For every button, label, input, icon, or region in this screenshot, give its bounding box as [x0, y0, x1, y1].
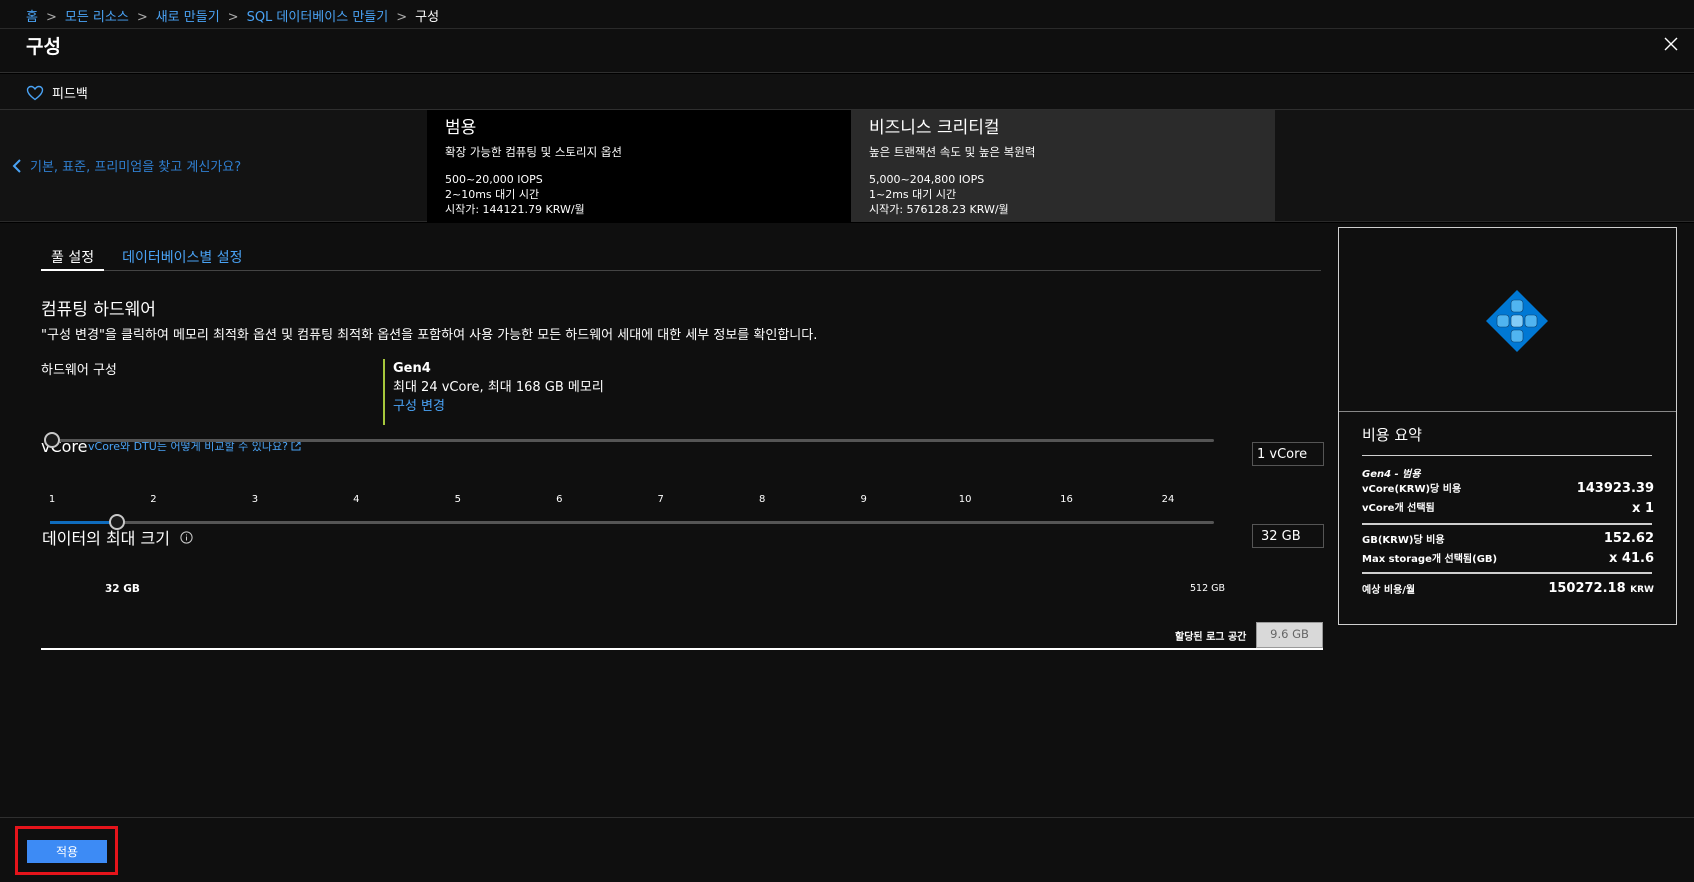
blade-header: 구성 [0, 29, 1694, 73]
vcore-slider-track[interactable] [50, 439, 1214, 442]
compute-hardware-title: 컴퓨팅 하드웨어 [41, 300, 156, 320]
tier-back-link[interactable]: 기본, 표준, 프리미엄을 찾고 계신가요? [12, 156, 241, 175]
vcore-tick-label: 9 [860, 494, 867, 505]
tier-iops: 500~20,000 IOPS [445, 173, 543, 186]
feedback-button[interactable]: 피드백 [26, 83, 88, 102]
sql-elastic-pool-icon [1486, 290, 1548, 352]
max-size-slider-track[interactable] [50, 521, 1214, 524]
footer: 적용 [0, 817, 1694, 882]
breadcrumb-create-new[interactable]: 새로 만들기 [156, 10, 220, 25]
vcore-cost-value: 143923.39 [1576, 481, 1654, 496]
vcore-tick-label: 16 [1060, 494, 1073, 505]
monthly-cost-amount: 150272.18 [1548, 581, 1626, 596]
vcore-tick-label: 8 [758, 494, 766, 505]
breadcrumb-separator: > [136, 10, 148, 25]
vcore-tick-label: 3 [251, 494, 259, 505]
log-space-label: 할당된 로그 공간 [1175, 632, 1247, 643]
command-bar: 피드백 [0, 74, 1694, 110]
tier-price: 시작가: 144121.79 KRW/월 [445, 203, 585, 216]
max-size-min-label: 32 GB [105, 583, 140, 595]
external-link-icon [291, 441, 301, 451]
tier-general-purpose[interactable]: 범용 확장 가능한 컴퓨팅 및 스토리지 옵션 500~20,000 IOPS … [427, 110, 851, 222]
vcore-tick-label: 7 [657, 494, 664, 505]
vcore-tick-label: 1 [48, 494, 56, 505]
summary-image-area [1339, 228, 1676, 412]
tier-selector: 기본, 표준, 프리미엄을 찾고 계신가요? 범용 확장 가능한 컴퓨팅 및 스… [0, 110, 1694, 222]
hardware-config-label: 하드웨어 구성 [41, 363, 117, 378]
tier-name: 비즈니스 크리티컬 [869, 118, 1000, 138]
gb-cost-value: 152.62 [1603, 531, 1654, 546]
chevron-left-icon [12, 158, 21, 173]
tab-pool-settings[interactable]: 풀 설정 [41, 245, 105, 271]
hardware-generation: Gen4 [393, 361, 431, 376]
close-icon[interactable] [1662, 35, 1680, 53]
hardware-description: 최대 24 vCore, 최대 168 GB 메모리 [393, 380, 604, 395]
max-size-slider-fill [50, 521, 118, 524]
vcore-slider-thumb[interactable] [44, 432, 60, 448]
breadcrumb-current: 구성 [415, 10, 440, 25]
max-size-slider-thumb[interactable] [109, 514, 125, 530]
breadcrumb-all-resources[interactable]: 모든 리소스 [65, 10, 129, 25]
feedback-label: 피드백 [52, 87, 88, 102]
vcore-tick-label: 5 [454, 494, 461, 505]
hardware-config-box: Gen4 최대 24 vCore, 최대 168 GB 메모리 구성 변경 [383, 359, 604, 425]
breadcrumb: 홈 > 모든 리소스 > 새로 만들기 > SQL 데이터베이스 만들기 > 구성 [0, 0, 1694, 29]
vcore-tick-label: 6 [556, 494, 563, 505]
monthly-cost-unit: KRW [1630, 585, 1654, 595]
breadcrumb-separator: > [227, 10, 239, 25]
compute-hardware-desc: "구성 변경"을 클릭하여 메모리 최적화 옵션 및 컴퓨팅 최적화 옵션을 포… [41, 328, 818, 343]
cost-summary-panel: 비용 요약 Gen4 - 범용 vCore(KRW)당 비용 143923.39… [1338, 227, 1677, 625]
vcore-tick-label: 4 [353, 494, 360, 505]
max-size-max-label: 512 GB [1190, 583, 1226, 594]
apply-highlight: 적용 [15, 826, 118, 875]
tier-latency: 1~2ms 대기 시간 [869, 188, 957, 201]
max-size-value-input[interactable] [1252, 524, 1324, 548]
section-divider [41, 648, 1323, 650]
breadcrumb-separator: > [45, 10, 57, 25]
tier-name: 범용 [445, 118, 477, 138]
cost-summary-title: 비용 요약 [1362, 426, 1422, 444]
tier-desc: 확장 가능한 컴퓨팅 및 스토리지 옵션 [445, 145, 622, 159]
breadcrumb-home[interactable]: 홈 [26, 10, 38, 25]
vcore-tick-label: 24 [1161, 494, 1175, 505]
info-icon[interactable] [180, 530, 193, 544]
heart-icon [26, 85, 44, 100]
tier-price: 시작가: 576128.23 KRW/월 [869, 203, 1009, 216]
log-space-value: 9.6 GB [1256, 622, 1323, 648]
vcore-value-input[interactable] [1252, 442, 1324, 466]
settings-tabs: 풀 설정 데이터베이스별 설정 [41, 245, 1321, 271]
storage-selected-value: x 41.6 [1609, 551, 1654, 566]
page-title: 구성 [26, 36, 61, 58]
tab-per-database-settings[interactable]: 데이터베이스별 설정 [112, 245, 252, 271]
summary-divider [1362, 523, 1652, 525]
monthly-cost-value: 150272.18 KRW [1548, 581, 1654, 596]
breadcrumb-create-sql-db[interactable]: SQL 데이터베이스 만들기 [247, 10, 389, 25]
summary-divider [1362, 455, 1652, 456]
vcore-tick-labels: 1 2 3 4 5 6 7 8 9 10 16 24 [44, 494, 1214, 508]
summary-gen-line: Gen4 - 범용 [1362, 469, 1421, 480]
summary-divider [1362, 572, 1652, 574]
change-configuration-link[interactable]: 구성 변경 [393, 397, 604, 416]
vcore-tick-label: 2 [150, 494, 157, 505]
vcore-tick-label: 10 [958, 494, 972, 505]
tier-desc: 높은 트랜잭션 속도 및 높은 복원력 [869, 145, 1036, 159]
max-data-size-label: 데이터의 최대 크기 [42, 529, 170, 548]
tier-back-label: 기본, 표준, 프리미엄을 찾고 계신가요? [30, 160, 242, 175]
tier-latency: 2~10ms 대기 시간 [445, 188, 540, 201]
vcore-selected-value: x 1 [1632, 501, 1654, 516]
tier-business-critical[interactable]: 비즈니스 크리티컬 높은 트랜잭션 속도 및 높은 복원력 5,000~204,… [851, 110, 1275, 222]
tier-iops: 5,000~204,800 IOPS [869, 173, 985, 186]
breadcrumb-separator: > [396, 10, 408, 25]
apply-button[interactable]: 적용 [27, 840, 107, 863]
vcore-selected-label: vCore개 선택됨 [1362, 503, 1435, 514]
